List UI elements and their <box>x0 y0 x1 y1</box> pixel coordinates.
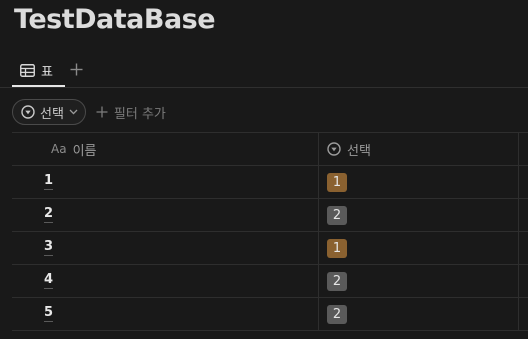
name-cell[interactable]: 3 <box>12 232 319 264</box>
name-cell[interactable]: 5 <box>12 298 319 330</box>
row-name[interactable]: 1 <box>44 174 54 190</box>
table-row: 5 2 <box>12 297 528 331</box>
row-name[interactable]: 5 <box>44 306 54 322</box>
select-tag[interactable]: 2 <box>327 271 347 291</box>
column-header-select[interactable]: 선택 <box>319 133 519 165</box>
select-tag[interactable]: 2 <box>327 205 347 225</box>
table-row: 1 1 <box>12 165 528 198</box>
view-tabbar: 표 <box>0 54 528 88</box>
filter-bar: 선택 필터 추가 <box>12 99 166 125</box>
select-tag[interactable]: 1 <box>327 238 347 258</box>
table-icon <box>20 63 35 77</box>
select-property-icon <box>21 105 35 119</box>
column-header-label: 선택 <box>347 143 371 159</box>
plus-icon <box>96 106 108 118</box>
select-cell[interactable]: 2 <box>319 298 519 330</box>
add-filter-label: 필터 추가 <box>113 106 166 122</box>
table-row: 4 2 <box>12 264 528 297</box>
tab-table[interactable]: 표 <box>12 54 61 86</box>
tab-label: 표 <box>41 64 53 80</box>
row-name[interactable]: 4 <box>44 273 54 289</box>
chevron-down-icon <box>69 109 78 115</box>
select-filter-chip[interactable]: 선택 <box>12 99 86 125</box>
name-cell[interactable]: 2 <box>12 199 319 231</box>
page-title[interactable]: TestDataBase <box>14 4 216 35</box>
database-table: Aa 이름 선택 1 1 2 2 3 1 4 2 5 2 <box>12 132 528 331</box>
name-cell[interactable]: 4 <box>12 265 319 297</box>
select-cell[interactable]: 2 <box>319 199 519 231</box>
column-header-label: 이름 <box>72 143 97 159</box>
tabbar-divider <box>0 87 528 88</box>
table-row: 3 1 <box>12 231 528 264</box>
select-cell[interactable]: 1 <box>319 232 519 264</box>
table-header: Aa 이름 선택 <box>12 132 528 165</box>
select-property-icon <box>327 142 341 156</box>
row-name[interactable]: 2 <box>44 207 54 223</box>
add-view-button[interactable] <box>66 58 86 80</box>
select-cell[interactable]: 2 <box>319 265 519 297</box>
select-tag[interactable]: 2 <box>327 304 347 324</box>
column-header-name[interactable]: Aa 이름 <box>12 133 319 165</box>
text-property-icon: Aa <box>51 142 67 156</box>
name-cell[interactable]: 1 <box>12 166 319 198</box>
table-row: 2 2 <box>12 198 528 231</box>
select-cell[interactable]: 1 <box>319 166 519 198</box>
select-tag[interactable]: 1 <box>327 172 347 192</box>
row-name[interactable]: 3 <box>44 240 54 256</box>
plus-icon <box>70 63 83 76</box>
filter-chip-label: 선택 <box>40 106 64 122</box>
add-filter-button[interactable]: 필터 추가 <box>96 103 166 122</box>
